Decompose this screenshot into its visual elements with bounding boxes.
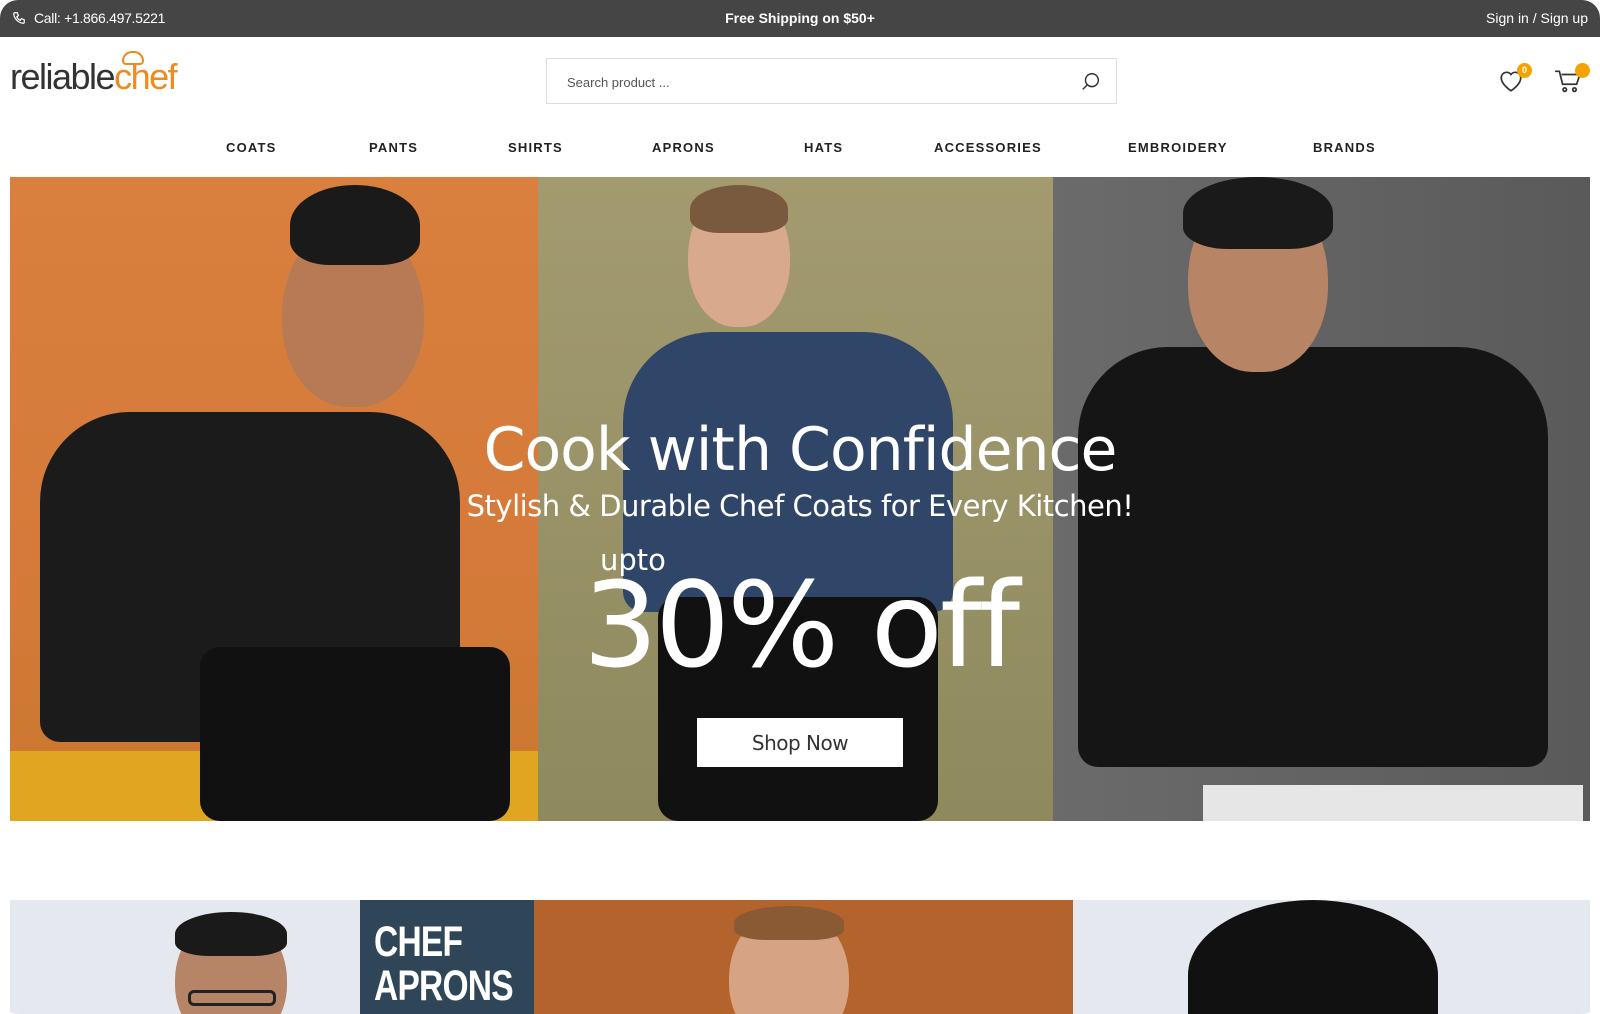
model-hair <box>175 912 287 956</box>
aprons-label-line1: CHEF <box>374 918 463 966</box>
wishlist-button[interactable]: 0 <box>1498 63 1532 95</box>
search-icon[interactable] <box>1080 71 1102 93</box>
category-tile-aprons[interactable]: CHEF APRONS <box>360 900 534 1014</box>
hero-title: Cook with Confidence <box>483 415 1118 485</box>
nav-item-accessories[interactable]: ACCESSORIES <box>934 140 1042 155</box>
nav-item-brands[interactable]: BRANDS <box>1313 140 1376 155</box>
hero-discount: 30% off <box>582 556 1020 694</box>
skull-cap <box>1188 900 1438 1014</box>
header: reliablechef 0 <box>0 37 1600 127</box>
nav-item-embroidery[interactable]: EMBROIDERY <box>1128 140 1228 155</box>
hero-text: Cook with Confidence Stylish & Durable C… <box>10 177 1590 821</box>
category-strip: CHEF APRONS <box>10 900 1590 1014</box>
chef-hat-icon <box>122 51 144 65</box>
nav-item-shirts[interactable]: SHIRTS <box>508 140 563 155</box>
category-tile-shirts[interactable] <box>534 900 1073 1014</box>
aprons-tile-label: CHEF APRONS <box>374 918 514 1010</box>
top-bar: Call: +1.866.497.5221 Free Shipping on $… <box>0 0 1600 37</box>
category-tile-hats[interactable] <box>1073 900 1590 1014</box>
glasses-icon <box>188 990 276 1006</box>
logo[interactable]: reliablechef <box>10 51 178 97</box>
search-box <box>546 58 1117 104</box>
hero-banner[interactable]: Cook with Confidence Stylish & Durable C… <box>10 177 1590 821</box>
nav-item-pants[interactable]: PANTS <box>369 140 418 155</box>
category-tile-coats[interactable] <box>10 900 360 1014</box>
main-nav: COATS PANTS SHIRTS APRONS HATS ACCESSORI… <box>0 140 1600 162</box>
hero-subtitle: Stylish & Durable Chef Coats for Every K… <box>466 489 1134 523</box>
wishlist-count-badge: 0 <box>1517 63 1532 78</box>
shop-now-button[interactable]: Shop Now <box>697 718 903 767</box>
page: Call: +1.866.497.5221 Free Shipping on $… <box>0 0 1600 1014</box>
aprons-label-line2: APRONS <box>374 962 514 1010</box>
nav-item-aprons[interactable]: APRONS <box>652 140 715 155</box>
free-shipping-banner: Free Shipping on $50+ <box>725 10 875 26</box>
search-input[interactable] <box>567 71 1057 93</box>
cart-button[interactable] <box>1554 63 1590 95</box>
nav-item-hats[interactable]: HATS <box>804 140 843 155</box>
cart-count-badge <box>1575 63 1590 78</box>
model-hair <box>734 906 844 940</box>
nav-item-coats[interactable]: COATS <box>226 140 277 155</box>
sign-in-link[interactable]: Sign in / Sign up <box>1486 10 1588 26</box>
logo-text-reliable: reliable <box>10 56 116 97</box>
